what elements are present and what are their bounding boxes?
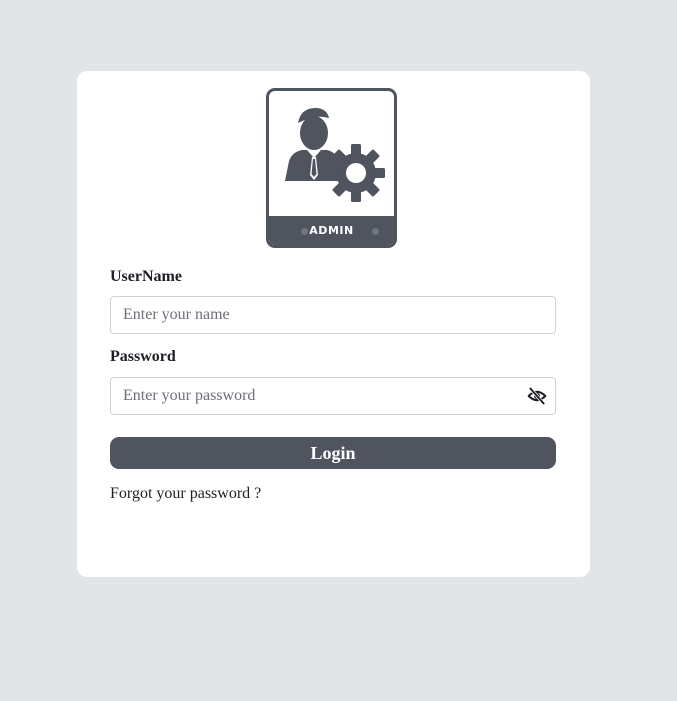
- password-input[interactable]: [111, 378, 555, 414]
- login-card: ADMIN UserName Password Login Forgot you…: [77, 71, 590, 577]
- badge-dot-icon: [301, 228, 308, 235]
- username-input[interactable]: [111, 297, 555, 333]
- username-field-wrapper: [110, 296, 556, 334]
- admin-user-gear-icon: [285, 107, 385, 202]
- admin-logo: ADMIN: [266, 88, 397, 248]
- username-label: UserName: [110, 268, 182, 285]
- forgot-password-link[interactable]: Forgot your password ?: [110, 485, 261, 503]
- admin-badge: ADMIN: [269, 216, 394, 245]
- login-button[interactable]: Login: [110, 437, 556, 469]
- password-field-wrapper: [110, 377, 556, 415]
- badge-dot-icon: [372, 228, 379, 235]
- admin-badge-text: ADMIN: [309, 224, 354, 237]
- eye-off-icon[interactable]: [527, 386, 547, 406]
- password-label: Password: [110, 348, 176, 365]
